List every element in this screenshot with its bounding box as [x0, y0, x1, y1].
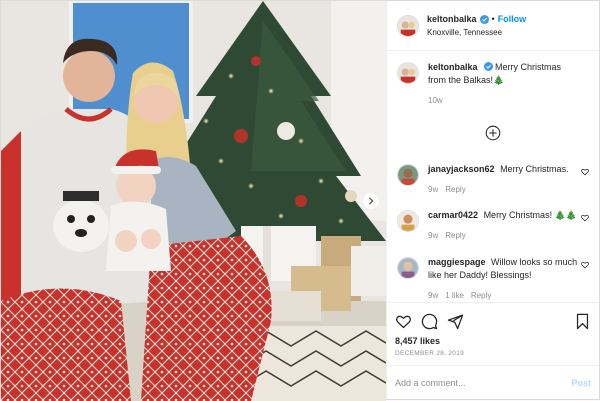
next-photo-button[interactable] [363, 193, 379, 209]
post-date[interactable]: DECEMBER 28, 2019 [395, 350, 591, 357]
reply-button[interactable]: Reply [445, 185, 465, 194]
instagram-post: keltonbalka • Follow Knoxville, Tennesse… [0, 0, 600, 401]
comment-item: janayjackson62 Merry Christmas. 9w Reply [397, 163, 589, 196]
follow-button[interactable]: Follow [498, 14, 527, 24]
comment-username[interactable]: carmar0422 [428, 210, 478, 220]
post-actions: 8,457 likes DECEMBER 28, 2019 [387, 302, 599, 365]
share-icon[interactable] [447, 313, 464, 330]
load-more-comments[interactable] [397, 125, 589, 141]
chevron-right-icon [368, 197, 374, 205]
verified-badge-icon [483, 62, 493, 71]
add-comment-bar: Post [387, 365, 599, 399]
separator-dot: • [491, 14, 495, 25]
heart-icon[interactable] [581, 168, 589, 176]
like-count[interactable]: 8,457 likes [395, 336, 591, 346]
heart-icon[interactable] [395, 313, 412, 330]
comment-username[interactable]: maggiespage [428, 257, 486, 267]
comment-age[interactable]: 9w [428, 185, 438, 194]
avatar-image [398, 164, 418, 185]
comment-age[interactable]: 9w [428, 231, 438, 240]
caption: keltonbalka Merry Christmas from the Bal… [397, 61, 589, 107]
comment-age[interactable]: 9w [428, 291, 438, 300]
caption-age[interactable]: 10w [428, 96, 443, 105]
post-photo[interactable] [1, 1, 386, 401]
post-sidebar: keltonbalka • Follow Knoxville, Tennesse… [386, 1, 599, 399]
author-username[interactable]: keltonbalka [427, 14, 477, 24]
bookmark-icon[interactable] [574, 313, 591, 330]
comment-like-count[interactable]: 1 like [445, 291, 464, 300]
comment-text: Merry Christmas! 🎄🎄 [483, 210, 577, 221]
comment-item: carmar0422 Merry Christmas! 🎄🎄 9w Reply [397, 209, 589, 242]
heart-icon[interactable] [581, 261, 589, 269]
heart-icon[interactable] [581, 214, 589, 222]
verified-badge-icon [479, 14, 489, 24]
comment-username[interactable]: janayjackson62 [428, 164, 495, 174]
avatar-image [398, 15, 418, 36]
commenter-avatar[interactable] [397, 256, 419, 279]
comment-text: Merry Christmas. [500, 163, 569, 174]
post-header: keltonbalka • Follow Knoxville, Tennesse… [387, 1, 599, 51]
comment-input[interactable] [395, 377, 572, 388]
post-comment-button[interactable]: Post [571, 378, 591, 388]
comment-item: maggiespage Willow looks so much like he… [397, 256, 589, 302]
avatar-image [398, 211, 418, 232]
family-christmas-photo [1, 1, 386, 401]
caption-username[interactable]: keltonbalka [428, 62, 478, 72]
caption-avatar[interactable] [397, 62, 419, 84]
reply-button[interactable]: Reply [445, 231, 465, 240]
commenter-avatar[interactable] [397, 163, 419, 186]
comments-section[interactable]: keltonbalka Merry Christmas from the Bal… [387, 51, 599, 302]
avatar-image [398, 257, 418, 278]
post-location[interactable]: Knoxville, Tennessee [427, 28, 526, 37]
comment-icon[interactable] [421, 313, 438, 330]
author-avatar[interactable] [397, 14, 419, 37]
plus-circle-icon [485, 125, 501, 141]
avatar-image [398, 63, 418, 83]
commenter-avatar[interactable] [397, 210, 419, 233]
reply-button[interactable]: Reply [471, 291, 491, 300]
